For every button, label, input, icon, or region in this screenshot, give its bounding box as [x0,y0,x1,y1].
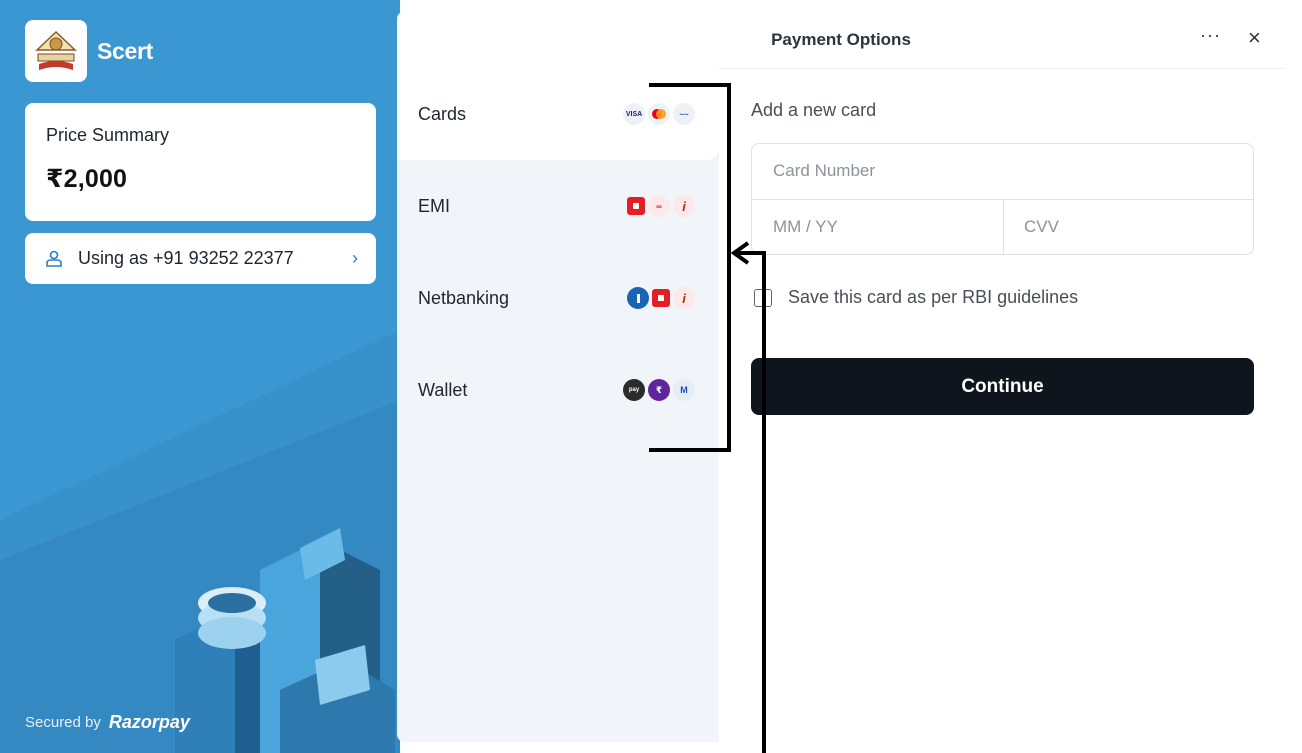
save-card-row[interactable]: Save this card as per RBI guidelines [751,287,1254,308]
close-icon[interactable]: × [1248,25,1261,51]
method-icons: pay ₹ M [623,379,695,401]
price-summary-label: Price Summary [46,125,170,145]
method-icons: i [627,287,695,309]
modal-title: Payment Options [771,30,911,49]
save-card-label: Save this card as per RBI guidelines [788,287,1079,307]
user-icon [46,250,62,267]
user-contact-button[interactable]: Using as +91 93252 22377 › [25,233,376,284]
card-input-group: Card Number MM / YY CVV [751,143,1254,255]
method-label: Cards [418,103,467,124]
price-summary-card: Price Summary ₹2,000 [25,103,376,221]
phonepe-icon: ₹ [648,379,670,401]
icici-icon: i [673,195,695,217]
method-emi[interactable]: EMI ∞ i [397,160,719,252]
secured-by-label: Secured by [25,714,101,731]
amazon-pay-icon: pay [623,379,645,401]
method-cards[interactable]: Cards VISA ~~ [397,68,719,160]
price-amount: ₹2,000 [46,165,128,193]
continue-button[interactable]: Continue [751,358,1254,415]
method-wallet[interactable]: Wallet pay ₹ M [397,344,719,436]
add-card-form: Add a new card Card Number MM / YY CVV S… [751,100,1254,415]
merchant-name: Scert [97,37,154,64]
razorpay-logo: Razorpay [108,712,190,732]
merchant-brand: Scert [25,20,153,82]
hdfc-icon [627,197,645,215]
payment-modal: Payment Options ··· × Cards VISA ~~ EMI … [397,11,1285,742]
method-label: Wallet [418,379,468,400]
method-icons: VISA ~~ [623,103,695,125]
scert-logo [25,20,87,82]
payment-method-list: Cards VISA ~~ EMI ∞ i Netbanking i Walle… [397,68,719,742]
add-card-title: Add a new card [751,100,877,120]
secured-by-footer: Secured by Razorpay [25,712,190,733]
method-label: EMI [418,195,451,216]
cvv-input[interactable]: CVV [1024,217,1059,237]
hdfc-icon [652,289,670,307]
method-icons: ∞ i [627,195,695,217]
user-contact-label: Using as +91 93252 22377 [78,248,294,268]
visa-icon: VISA [623,103,645,125]
card-number-input[interactable]: Card Number [773,161,875,181]
chevron-right-icon: › [352,248,358,268]
mobikwik-icon: M [673,379,695,401]
more-options-icon[interactable]: ··· [1200,25,1221,46]
sbi-icon [627,287,649,309]
icici-icon: i [673,287,695,309]
method-label: Netbanking [418,287,510,308]
modal-header: Payment Options ··· × [397,11,1285,69]
expiry-input[interactable]: MM / YY [773,217,838,237]
merchant-panel: Scert Price Summary ₹2,000 Using as +91 … [0,0,400,753]
rupay-icon: ~~ [673,103,695,125]
divider [1003,199,1004,254]
mastercard-icon [648,103,670,125]
kotak-icon: ∞ [648,195,670,217]
save-card-checkbox[interactable] [754,288,772,307]
method-netbanking[interactable]: Netbanking i [397,252,719,344]
